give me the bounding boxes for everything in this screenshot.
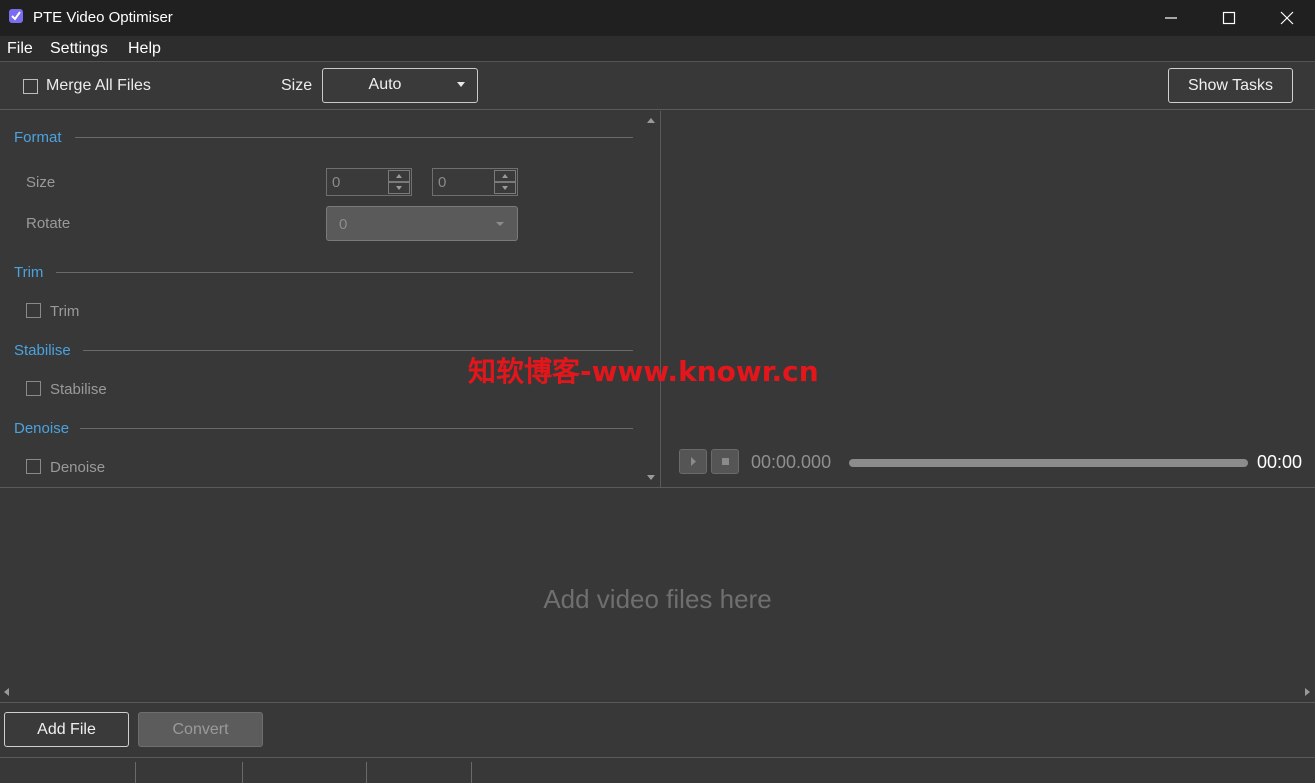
current-time: 00:00.000 (751, 452, 832, 472)
rotate-label: Rotate (26, 215, 71, 232)
maximize-button[interactable] (1200, 0, 1258, 36)
status-divider (366, 762, 367, 783)
app-logo-icon (9, 9, 23, 23)
status-divider (242, 762, 243, 783)
width-spinbox[interactable]: 0 (326, 168, 412, 196)
menu-settings[interactable]: Settings (50, 40, 108, 58)
size-label: Size (281, 77, 313, 94)
denoise-checkbox[interactable] (26, 459, 41, 474)
spin-up-icon[interactable] (388, 170, 410, 182)
duration-time: 00:00 (1257, 452, 1303, 472)
section-divider (75, 137, 633, 138)
scroll-right-icon[interactable] (1305, 688, 1310, 696)
merge-all-files-label: Merge All Files (46, 77, 151, 94)
action-bar: Add File Convert (0, 704, 1315, 758)
spin-down-icon[interactable] (388, 182, 410, 194)
spin-up-icon[interactable] (494, 170, 516, 182)
stabilise-checkbox-label: Stabilise (50, 381, 107, 398)
close-icon (1280, 11, 1294, 25)
play-button[interactable] (679, 449, 707, 474)
file-list-placeholder: Add video files here (543, 584, 772, 614)
stop-button[interactable] (711, 449, 739, 474)
merge-all-files-checkbox[interactable] (23, 79, 38, 94)
menu-help[interactable]: Help (128, 40, 161, 58)
denoise-checkbox-label: Denoise (50, 459, 106, 476)
chevron-down-icon (496, 222, 504, 226)
spin-down-icon[interactable] (494, 182, 516, 194)
width-value: 0 (332, 174, 341, 191)
height-value: 0 (438, 174, 447, 191)
section-trim-title: Trim (14, 264, 44, 281)
stabilise-checkbox[interactable] (26, 381, 41, 396)
rotate-dropdown[interactable]: 0 (326, 206, 518, 241)
play-icon (691, 457, 696, 466)
watermark-text: 知软博客-www.knowr.cn (468, 355, 819, 388)
status-divider (135, 762, 136, 783)
preview-panel: 00:00.000 00:00 (662, 111, 1315, 487)
scroll-down-icon[interactable] (647, 475, 655, 480)
size-dropdown-value: Auto (368, 76, 402, 93)
trim-checkbox[interactable] (26, 303, 41, 318)
file-list-area[interactable]: Add video files here (0, 487, 1315, 703)
status-divider (471, 762, 472, 783)
rotate-value: 0 (339, 216, 348, 233)
format-size-label: Size (26, 174, 56, 191)
stop-icon (722, 458, 729, 465)
section-denoise-title: Denoise (14, 420, 70, 437)
add-file-button[interactable]: Add File (4, 712, 129, 747)
menu-file[interactable]: File (7, 40, 33, 58)
scroll-up-icon[interactable] (647, 118, 655, 123)
section-stabilise-title: Stabilise (14, 342, 71, 359)
show-tasks-button[interactable]: Show Tasks (1168, 68, 1293, 103)
scroll-left-icon[interactable] (4, 688, 9, 696)
status-bar (0, 759, 1315, 783)
close-button[interactable] (1258, 0, 1315, 36)
trim-checkbox-label: Trim (50, 303, 80, 320)
toolbar: Merge All Files Size Auto Show Tasks (0, 62, 1315, 110)
minimize-icon (1165, 17, 1177, 19)
section-format-title: Format (14, 129, 62, 146)
size-dropdown[interactable]: Auto (322, 68, 478, 103)
convert-button[interactable]: Convert (138, 712, 263, 747)
minimize-button[interactable] (1142, 0, 1200, 36)
menu-bar: File Settings Help (0, 36, 1315, 62)
settings-panel: Format Size 0 0 Rotate 0 Trim Trim Stabi… (0, 111, 661, 487)
chevron-down-icon (457, 82, 465, 87)
maximize-icon (1222, 11, 1236, 25)
height-spinbox[interactable]: 0 (432, 168, 518, 196)
section-divider (80, 428, 633, 429)
timeline-slider[interactable] (849, 459, 1248, 467)
section-divider (56, 272, 633, 273)
title-bar: PTE Video Optimiser (0, 0, 1315, 36)
window-title: PTE Video Optimiser (33, 9, 173, 26)
